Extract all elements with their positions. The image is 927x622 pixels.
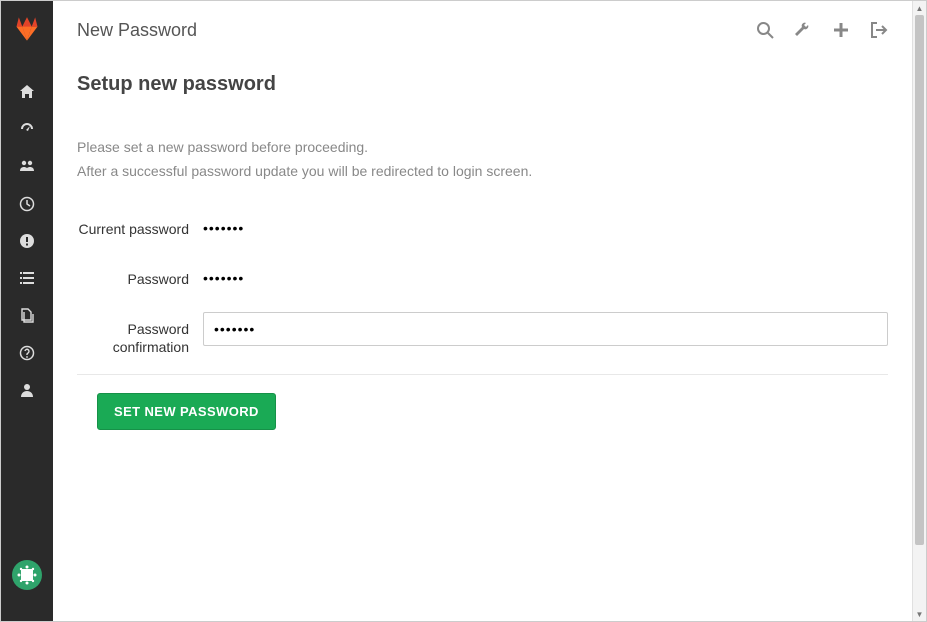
current-password-input[interactable] [203,212,888,244]
gitlab-logo-icon[interactable] [13,15,41,43]
password-confirmation-input[interactable] [203,312,888,346]
form-row-current-password: Current password [77,212,888,244]
main-content: Setup new password Please set a new pass… [53,59,912,621]
info-text: Please set a new password before proceed… [77,136,888,184]
group-icon[interactable] [1,148,53,185]
dashboard-icon[interactable] [1,110,53,147]
info-line-1: Please set a new password before proceed… [77,136,888,160]
help-icon[interactable] [1,334,53,371]
plus-icon[interactable] [832,21,850,39]
page-title: New Password [77,20,197,41]
page-heading: Setup new password [77,73,888,96]
info-line-2: After a successful password update you w… [77,160,888,184]
form-row-password-confirmation: Password confirmation [77,312,888,356]
home-icon[interactable] [1,73,53,110]
top-actions [756,21,888,39]
password-confirmation-label: Password confirmation [77,312,203,356]
password-input[interactable] [203,262,888,294]
password-label: Password [77,262,203,288]
signout-icon[interactable] [870,21,888,39]
user-icon[interactable] [1,372,53,409]
search-icon[interactable] [756,21,774,39]
scrollbar[interactable]: ▲ ▼ [912,1,926,621]
list-icon[interactable] [1,260,53,297]
avatar-badge-icon[interactable] [11,559,43,591]
files-icon[interactable] [1,297,53,334]
scrollbar-down-arrow-icon[interactable]: ▼ [913,607,926,621]
scrollbar-thumb[interactable] [915,15,924,545]
wrench-icon[interactable] [794,21,812,39]
set-new-password-button[interactable]: SET NEW PASSWORD [97,393,276,430]
form-row-password: Password [77,262,888,294]
scrollbar-up-arrow-icon[interactable]: ▲ [913,1,926,15]
clock-icon[interactable] [1,185,53,222]
current-password-label: Current password [77,212,203,238]
sidebar [1,1,53,621]
separator [77,374,888,375]
alert-icon[interactable] [1,222,53,259]
topbar: New Password [53,1,912,59]
